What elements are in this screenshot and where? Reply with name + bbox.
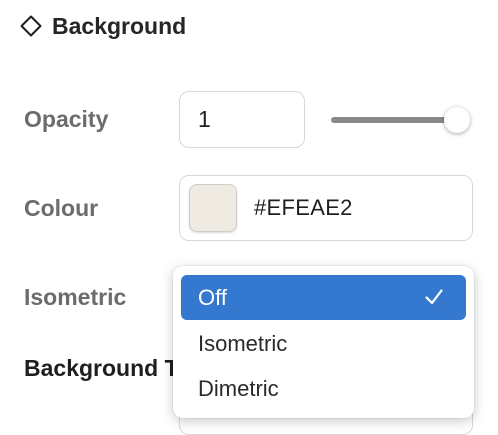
colour-swatch[interactable]: [189, 184, 237, 232]
dropdown-option-label: Off: [198, 284, 227, 310]
background-type-label: Background T: [24, 355, 179, 381]
checkmark-icon: [424, 286, 444, 308]
isometric-label: Isometric: [24, 284, 127, 310]
colour-field[interactable]: #EFEAE2: [179, 175, 473, 241]
opacity-label: Opacity: [24, 106, 109, 132]
dropdown-option-off[interactable]: Off: [181, 275, 466, 320]
diamond-outline-icon: [18, 13, 44, 39]
opacity-slider-thumb[interactable]: [444, 107, 470, 133]
dropdown-option-label: Dimetric: [198, 375, 279, 401]
colour-label: Colour: [24, 195, 99, 221]
isometric-dropdown-menu[interactable]: Off Isometric Dimetric: [173, 266, 474, 418]
background-section-header[interactable]: Background: [18, 10, 186, 42]
opacity-slider-track[interactable]: [331, 117, 457, 123]
colour-hex-value[interactable]: #EFEAE2: [254, 176, 353, 239]
opacity-input[interactable]: 1: [179, 91, 305, 148]
dropdown-option-dimetric[interactable]: Dimetric: [181, 366, 466, 411]
dropdown-option-isometric[interactable]: Isometric: [181, 321, 466, 366]
section-title: Background: [52, 12, 187, 39]
dropdown-option-label: Isometric: [198, 330, 288, 356]
